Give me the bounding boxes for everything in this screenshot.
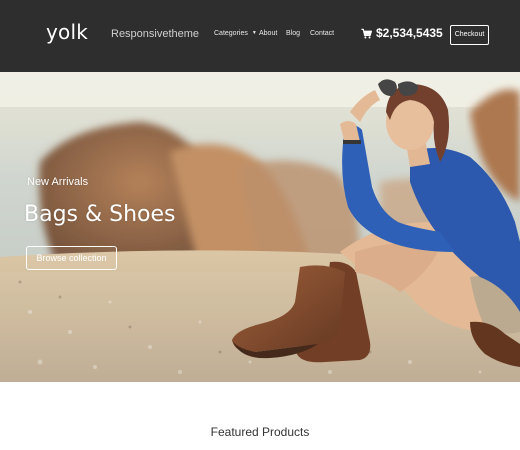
nav-item-contact[interactable]: Contact: [310, 30, 334, 37]
caret-down-icon: ▼: [251, 30, 257, 36]
nav-item-categories[interactable]: Categories ▼: [214, 30, 257, 37]
nav-item-label: Categories: [214, 30, 248, 37]
site-tagline: Responsivetheme: [111, 28, 200, 40]
nav-item-about[interactable]: About: [259, 30, 277, 37]
browse-collection-button[interactable]: Browse collection: [26, 246, 117, 270]
cart-total: $2,534,5435: [376, 26, 443, 40]
cart-summary[interactable]: $2,534,5435: [361, 25, 443, 41]
nav-item-label: Contact: [310, 30, 335, 37]
hero-title: Bags & Shoes: [24, 202, 176, 227]
checkout-button[interactable]: Checkout: [450, 25, 489, 45]
site-header: yolk Responsivetheme Categories ▼ About B…: [0, 0, 520, 72]
nav-item-blog[interactable]: Blog: [286, 30, 300, 37]
hero-banner: New Arrivals Bags & Shoes Browse collect…: [0, 72, 520, 382]
nav-item-label: Blog: [286, 30, 301, 37]
hero-image: [0, 72, 520, 382]
cart-icon: [361, 28, 372, 38]
hero-subtitle: New Arrivals: [27, 176, 89, 188]
nav-item-label: About: [259, 30, 278, 37]
featured-products-heading: Featured Products: [210, 425, 310, 439]
site-logo[interactable]: yolk: [46, 20, 88, 44]
